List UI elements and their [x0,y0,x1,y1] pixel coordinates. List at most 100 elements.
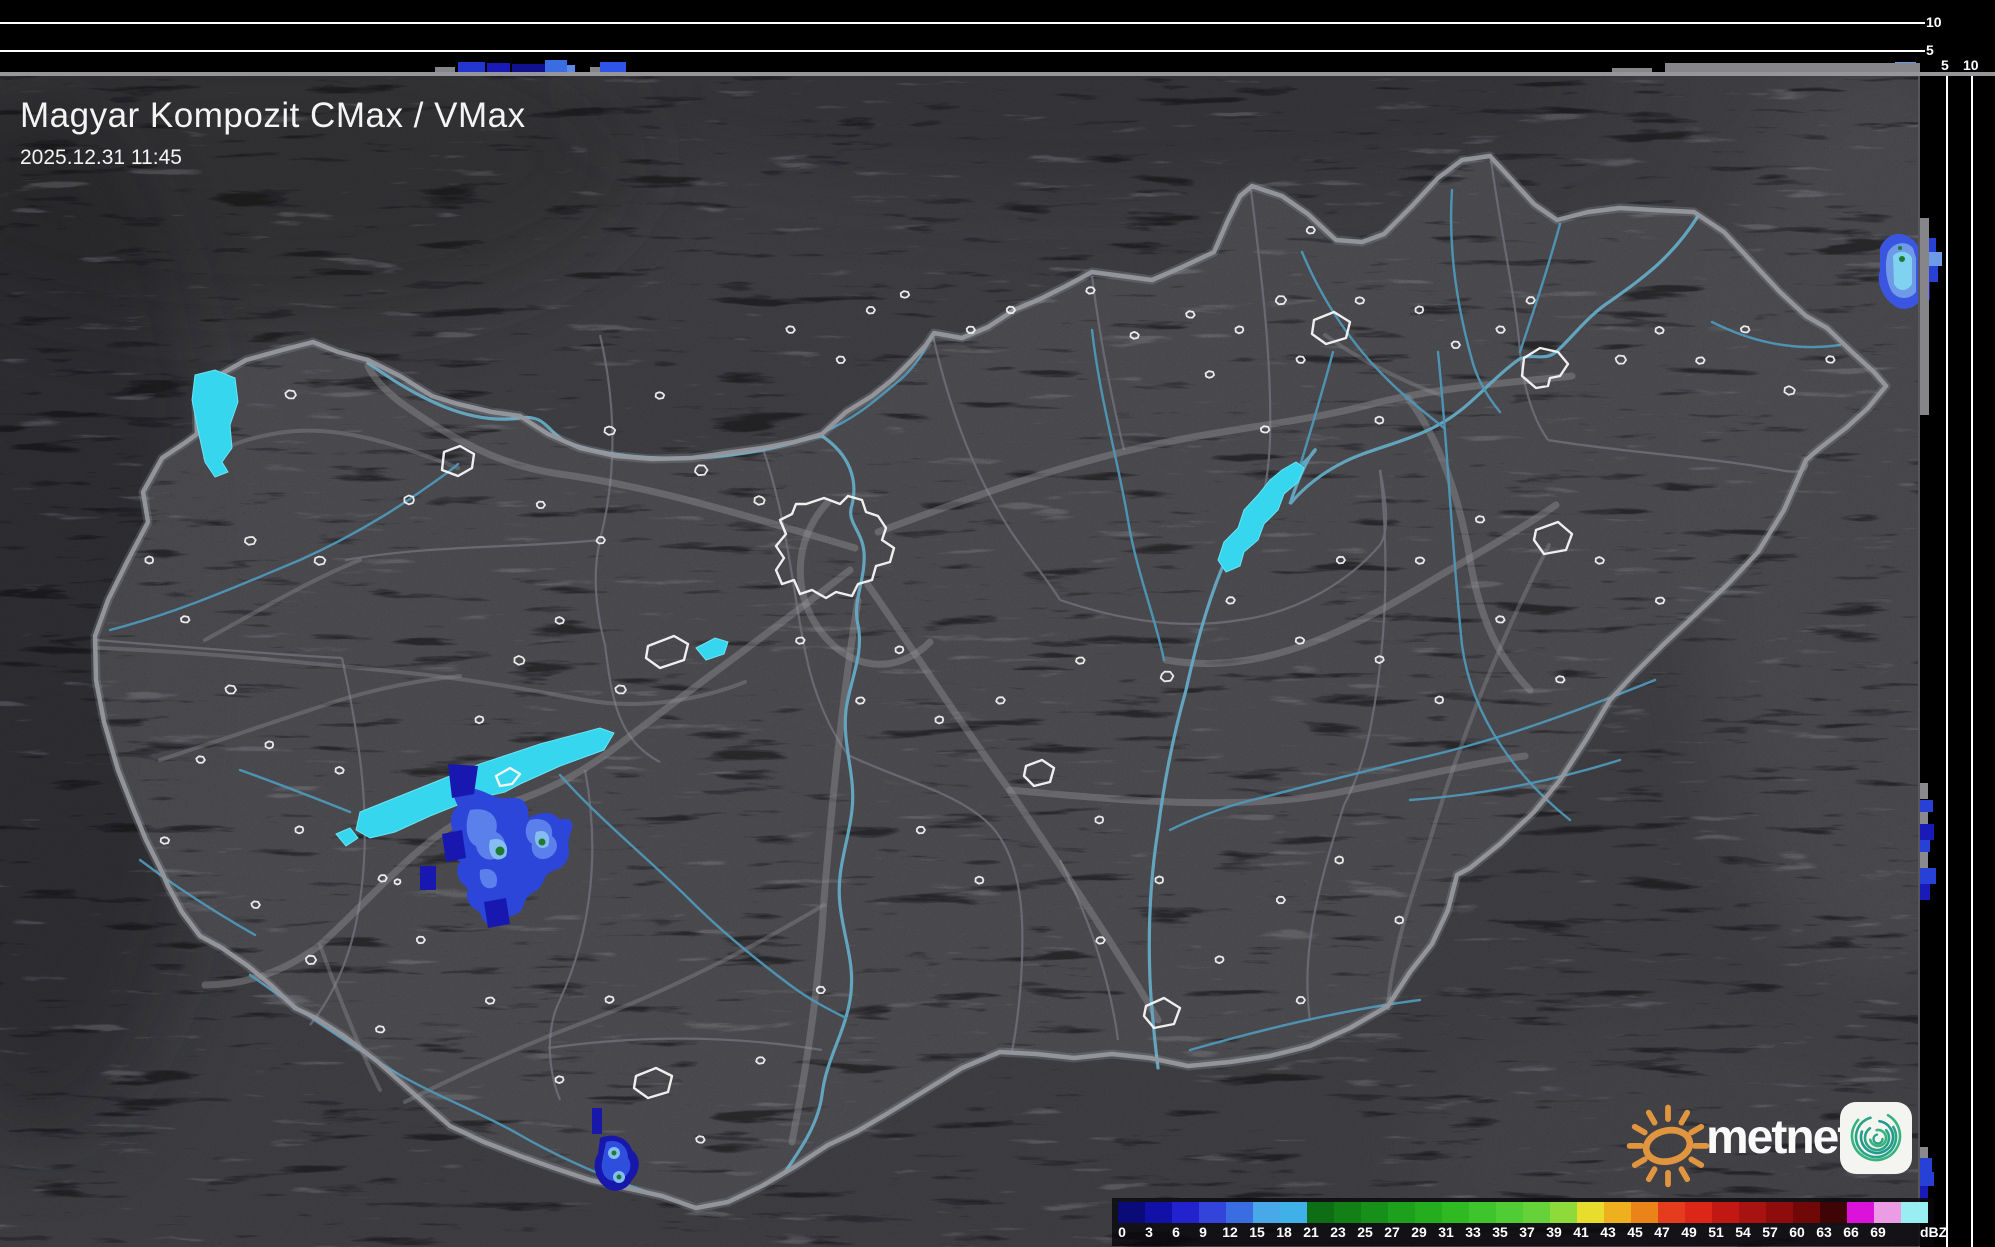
colorbar-tick: 23 [1330,1224,1346,1240]
colorbar-swatch [1307,1202,1334,1223]
colorbar-tick: 45 [1627,1224,1643,1240]
right-echo [1920,1158,1932,1172]
relief-grain [0,0,1995,1247]
radar-echo-core [616,1174,622,1180]
metnet-logo: metnet [1620,1096,1920,1192]
colorbar-swatch [1523,1202,1550,1223]
colorbar-tick: 31 [1438,1224,1454,1240]
colorbar-tick: 41 [1573,1224,1589,1240]
colorbar-tick: 49 [1681,1224,1697,1240]
colorbar-swatch [1172,1202,1199,1223]
colorbar-tick: 3 [1145,1224,1153,1240]
colorbar-swatch [1631,1202,1658,1223]
colorbar-tick: 12 [1222,1224,1238,1240]
colorbar-tick: 21 [1303,1224,1319,1240]
right-echo [1920,812,1928,824]
radar-echo-core [1899,256,1905,262]
colorbar-tick: 37 [1519,1224,1535,1240]
colorbar-tick: 15 [1249,1224,1265,1240]
radar-echo [442,830,466,862]
top-axis-label-5: 5 [1926,42,1934,58]
colorbar-swatch [1442,1202,1469,1223]
colorbar-swatch [1334,1202,1361,1223]
colorbar-swatch [1847,1202,1874,1223]
colorbar-tick: 43 [1600,1224,1616,1240]
colorbar-tick: 60 [1789,1224,1805,1240]
colorbar-tick: 69 [1870,1224,1886,1240]
top-gridline-10km [0,22,1920,24]
colorbar-swatch [1415,1202,1442,1223]
top-axis-tick-10 [1920,22,1925,24]
top-terrain-profile [1665,63,1923,72]
right-axis-label-5: 5 [1941,57,1949,73]
right-echo [1920,800,1933,812]
right-echo [1920,852,1928,868]
colorbar-swatches [1118,1202,1928,1223]
top-axis-label-10: 10 [1926,14,1942,30]
right-echo [1920,1147,1928,1158]
colorbar-swatch [1199,1202,1226,1223]
top-gridline-5km [0,50,1920,52]
radar-map [0,0,1995,1247]
colorbar-tick: 57 [1762,1224,1778,1240]
top-echo [567,65,575,72]
right-echo [1920,824,1934,840]
dbz-colorbar: 0 3 6 9 12 15 18 21 23 25 27 29 31 33 35 37 39 41 43 45 47 49… [1112,1198,1947,1246]
right-gridline-5km [1946,76,1948,1247]
colorbar-tick: 0 [1118,1224,1126,1240]
colorbar-swatch [1469,1202,1496,1223]
colorbar-tick: 18 [1276,1224,1292,1240]
radar-echo [484,898,510,928]
colorbar-tick: 39 [1546,1224,1562,1240]
colorbar-tick: 25 [1357,1224,1373,1240]
radar-echo-core [495,846,505,856]
radar-page: { "header": { "title": "Magyar Kompozit … [0,0,1995,1247]
colorbar-tick: 27 [1384,1224,1400,1240]
radar-echo-core [1898,246,1902,250]
right-echo [1920,884,1930,900]
right-echo [1920,840,1930,852]
colorbar-swatch [1685,1202,1712,1223]
radar-echo [448,764,478,798]
colorbar-unit: dBZ [1920,1224,1948,1240]
colorbar-swatch [1145,1202,1172,1223]
colorbar-swatch [1253,1202,1280,1223]
colorbar-swatch [1739,1202,1766,1223]
right-echo [1920,783,1928,799]
colorbar-swatch [1577,1202,1604,1223]
radar-echo-core [611,1150,617,1156]
colorbar-tick: 47 [1654,1224,1670,1240]
colorbar-swatch [1604,1202,1631,1223]
colorbar-swatch [1226,1202,1253,1223]
radar-echo [420,866,436,890]
colorbar-swatch [1766,1202,1793,1223]
colorbar-swatch [1388,1202,1415,1223]
title-block: Magyar Kompozit CMax / VMax 2025.12.31 1… [20,96,526,170]
right-axis-label-10: 10 [1963,57,1979,73]
colorbar-swatch [1874,1202,1901,1223]
colorbar-tick: 51 [1708,1224,1724,1240]
hungary-map-canvas [0,0,1995,1247]
top-echo [600,62,626,72]
colorbar-swatch [1550,1202,1577,1223]
colorbar-swatch [1820,1202,1847,1223]
colorbar-swatch [1793,1202,1820,1223]
colorbar-tick: 6 [1172,1224,1180,1240]
colorbar-swatch [1901,1202,1928,1223]
right-echo [1920,1172,1934,1186]
panel-separator [0,72,1995,76]
colorbar-tick: 54 [1735,1224,1751,1240]
timestamp: 2025.12.31 11:45 [20,146,182,169]
metnet-app-icon [1840,1102,1912,1174]
brand-name: metnet [1706,1111,1853,1164]
right-gridline-10km [1971,76,1973,1247]
colorbar-tick: 35 [1492,1224,1508,1240]
colorbar-tick: 63 [1816,1224,1832,1240]
radar-echo [592,1108,602,1134]
colorbar-swatch [1118,1202,1145,1223]
radar-echo-core [538,838,546,846]
colorbar-tick: 29 [1411,1224,1427,1240]
top-echo [512,64,545,72]
colorbar-swatch [1361,1202,1388,1223]
page-title: Magyar Kompozit CMax / VMax [20,96,526,135]
